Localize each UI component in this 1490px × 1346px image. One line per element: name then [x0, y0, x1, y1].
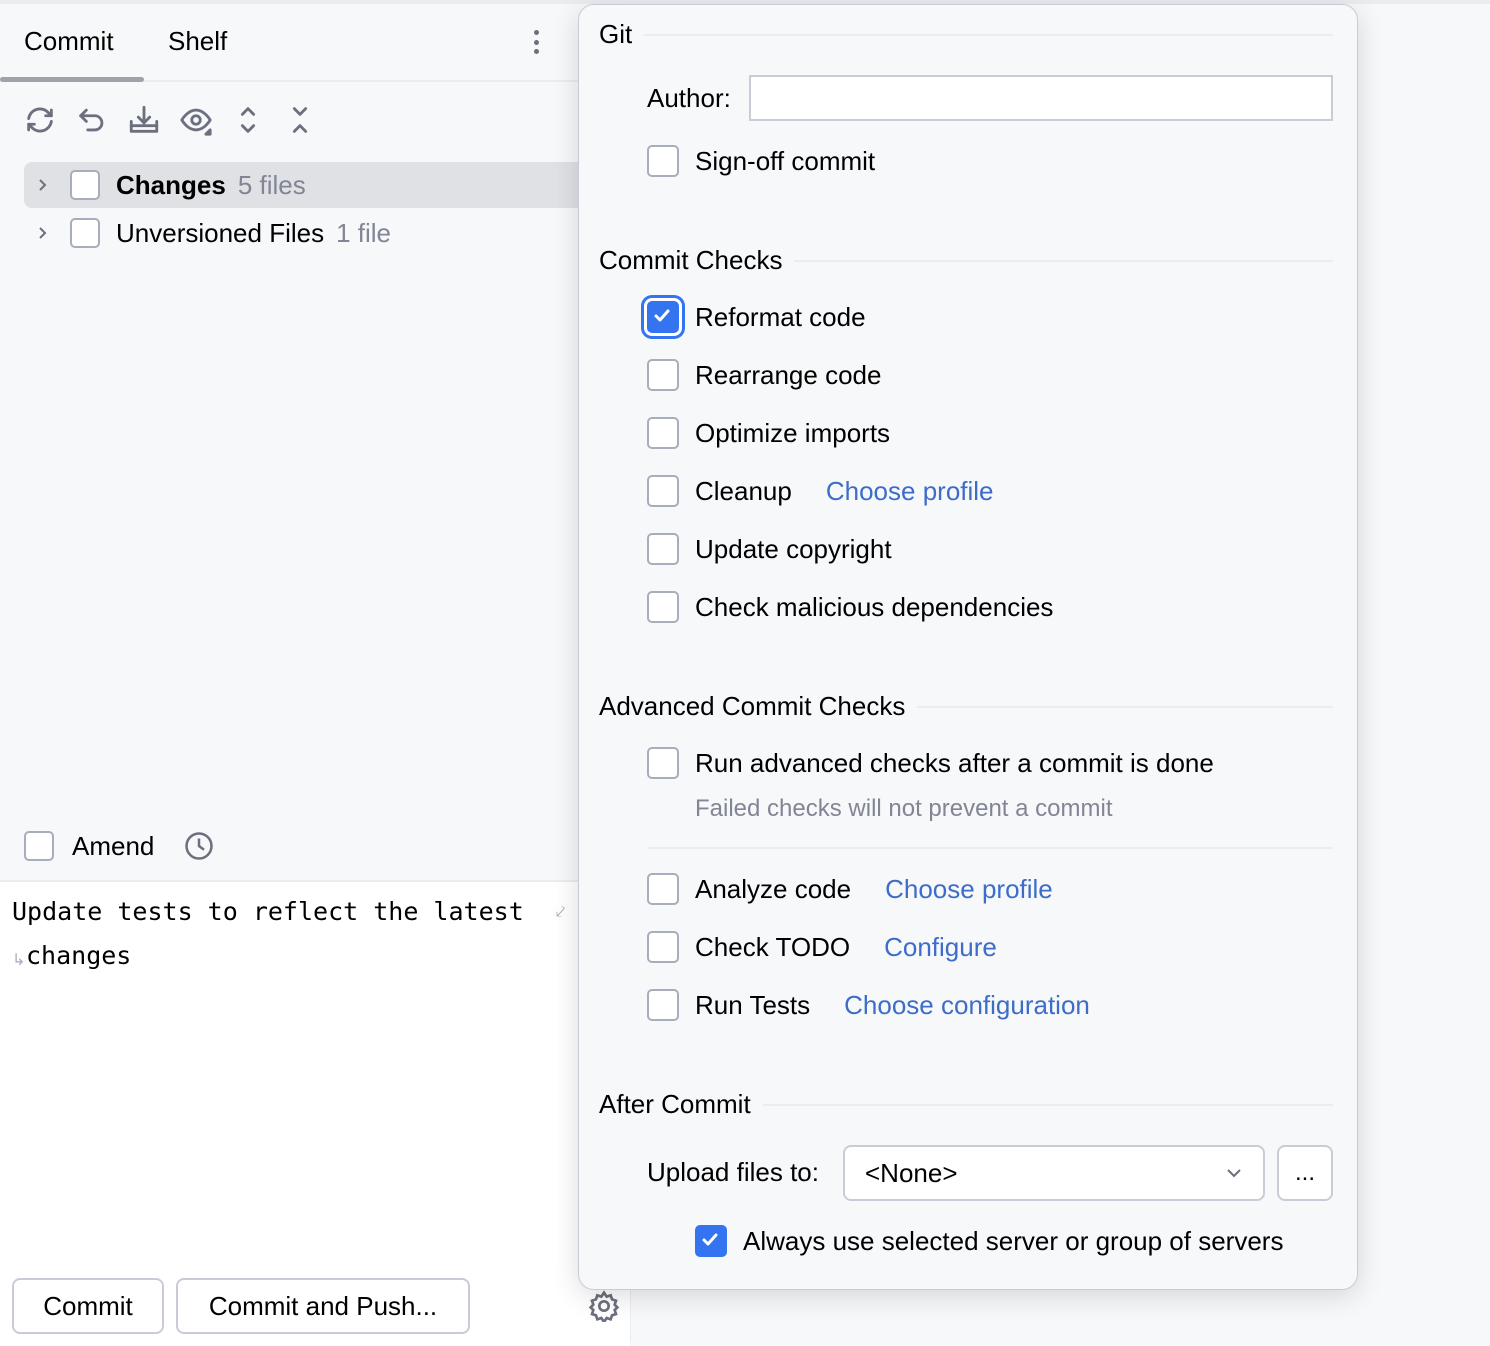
upload-files-label: Upload files to: — [647, 1157, 819, 1187]
soft-wrap-icon: ⤦ — [556, 904, 566, 921]
active-tab-indicator — [0, 77, 144, 82]
rearrange-code-option[interactable]: Rearrange code — [647, 357, 881, 393]
commit-tool-window: Commit Shelf Changes 5 files Unversioned… — [0, 4, 630, 1346]
todo-configure-link[interactable]: Configure — [884, 932, 997, 963]
more-options-icon[interactable] — [524, 26, 548, 58]
commit-message-line-1: Update tests to reflect the latest — [12, 897, 524, 926]
divider — [647, 847, 1333, 849]
amend-label: Amend — [72, 830, 155, 861]
commit-history-clock-icon[interactable] — [184, 831, 214, 861]
commit-button[interactable]: Commit — [12, 1278, 164, 1334]
upload-server-value: <None> — [865, 1157, 958, 1188]
signoff-commit-checkbox[interactable] — [647, 145, 679, 177]
cleanup-choose-profile-link[interactable]: Choose profile — [826, 476, 994, 507]
tree-node-label: Changes — [116, 169, 226, 200]
always-use-server-option[interactable]: Always use selected server or group of s… — [695, 1223, 1283, 1259]
tree-node-count: 5 files — [237, 169, 306, 200]
signoff-commit-option[interactable]: Sign-off commit — [647, 143, 875, 179]
rollback-icon[interactable] — [72, 100, 112, 140]
analyze-code-option[interactable]: Analyze code Choose profile — [647, 871, 1053, 907]
option-label: Check malicious dependencies — [695, 591, 1054, 622]
commit-message-line-2: changes — [26, 941, 132, 970]
tool-window-tabs: Commit Shelf — [0, 4, 630, 82]
check-todo-option[interactable]: Check TODO Configure — [647, 929, 997, 965]
run-advanced-after-commit-checkbox[interactable] — [647, 747, 679, 779]
soft-wrap-continuation-icon: ↳ — [12, 952, 26, 969]
cleanup-option[interactable]: Cleanup Choose profile — [647, 473, 994, 509]
option-label: Reformat code — [695, 301, 866, 332]
divider — [762, 1103, 1333, 1106]
shelve-icon[interactable] — [124, 100, 164, 140]
cleanup-checkbox[interactable] — [647, 475, 679, 507]
commit-toolbar — [20, 100, 320, 144]
run-tests-checkbox[interactable] — [647, 989, 679, 1021]
upload-server-dropdown[interactable]: <None> — [843, 1145, 1265, 1201]
option-label: Sign-off commit — [695, 145, 876, 176]
expand-all-icon[interactable] — [228, 100, 268, 140]
reformat-code-option[interactable]: Reformat code — [647, 299, 866, 335]
tree-node-unversioned-files[interactable]: Unversioned Files 1 file — [24, 210, 584, 256]
option-label: Check TODO — [695, 931, 851, 962]
run-tests-option[interactable]: Run Tests Choose configuration — [647, 987, 1090, 1023]
option-label: Run Tests — [695, 989, 811, 1020]
commit-message-editor[interactable]: Update tests to reflect the latest chang… — [0, 880, 630, 1346]
amend-row: Amend — [24, 828, 214, 864]
section-title: Advanced Commit Checks — [599, 691, 906, 721]
always-use-server-checkbox[interactable] — [695, 1225, 727, 1257]
commit-message-text[interactable]: Update tests to reflect the latest chang… — [12, 890, 572, 978]
run-advanced-after-commit-option[interactable]: Run advanced checks after a commit is do… — [647, 745, 1214, 781]
update-copyright-checkbox[interactable] — [647, 533, 679, 565]
option-label: Analyze code — [695, 873, 852, 904]
check-todo-checkbox[interactable] — [647, 931, 679, 963]
section-title: Git — [599, 19, 633, 49]
option-label: Cleanup — [695, 475, 792, 506]
commit-options-gear-icon[interactable] — [588, 1290, 620, 1325]
analyze-code-checkbox[interactable] — [647, 873, 679, 905]
section-title: After Commit — [599, 1089, 751, 1119]
option-label: Rearrange code — [695, 359, 882, 390]
commit-options-popup: Git Author: Sign-off commit Commit Check… — [578, 4, 1358, 1290]
section-git: Git — [599, 19, 1333, 50]
tree-node-label: Unversioned Files — [116, 217, 325, 248]
tree-node-changes[interactable]: Changes 5 files — [24, 162, 584, 208]
divider — [917, 705, 1333, 708]
browse-servers-button[interactable]: ... — [1277, 1145, 1333, 1201]
check-malicious-dependencies-checkbox[interactable] — [647, 591, 679, 623]
rearrange-code-checkbox[interactable] — [647, 359, 679, 391]
run-tests-choose-configuration-link[interactable]: Choose configuration — [844, 990, 1090, 1021]
section-advanced-commit-checks: Advanced Commit Checks — [599, 691, 1333, 722]
amend-checkbox[interactable] — [24, 831, 54, 861]
tab-commit[interactable]: Commit — [24, 26, 114, 57]
author-input[interactable] — [749, 75, 1333, 121]
section-title: Commit Checks — [599, 245, 783, 275]
commit-and-push-button[interactable]: Commit and Push... — [176, 1278, 470, 1334]
analyze-choose-profile-link[interactable]: Choose profile — [885, 874, 1053, 905]
option-label: Update copyright — [695, 533, 892, 564]
chevron-down-icon — [1225, 1158, 1243, 1189]
divider — [644, 33, 1333, 36]
chevron-right-icon[interactable] — [24, 177, 60, 193]
option-label: Optimize imports — [695, 417, 891, 448]
collapse-all-icon[interactable] — [280, 100, 320, 140]
option-label: Always use selected server or group of s… — [743, 1225, 1284, 1256]
tab-shelf[interactable]: Shelf — [168, 26, 227, 57]
optimize-imports-checkbox[interactable] — [647, 417, 679, 449]
update-copyright-option[interactable]: Update copyright — [647, 531, 892, 567]
author-label: Author: — [647, 83, 731, 113]
unversioned-files-checkbox[interactable] — [70, 218, 100, 248]
section-after-commit: After Commit — [599, 1089, 1333, 1120]
view-options-icon[interactable] — [176, 100, 216, 140]
changes-checkbox[interactable] — [70, 170, 100, 200]
tree-node-count: 1 file — [336, 217, 392, 248]
divider — [794, 259, 1333, 262]
refresh-icon[interactable] — [20, 100, 60, 140]
chevron-right-icon[interactable] — [24, 225, 60, 241]
reformat-code-checkbox[interactable] — [647, 301, 679, 333]
section-commit-checks: Commit Checks — [599, 245, 1333, 276]
advanced-checks-hint: Failed checks will not prevent a commit — [695, 795, 1113, 822]
option-label: Run advanced checks after a commit is do… — [695, 747, 1214, 778]
check-malicious-dependencies-option[interactable]: Check malicious dependencies — [647, 589, 1053, 625]
optimize-imports-option[interactable]: Optimize imports — [647, 415, 890, 451]
